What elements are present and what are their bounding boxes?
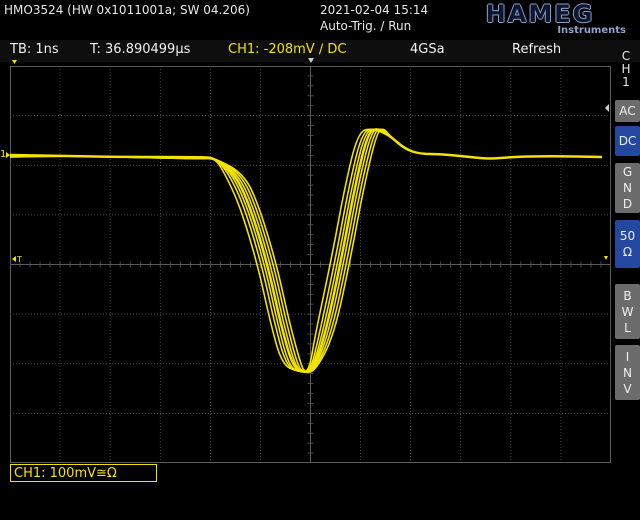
markers: 1 T (0, 58, 609, 264)
channel-button-50ω[interactable]: 50 Ω (615, 220, 640, 268)
trigger-position-marker (308, 58, 314, 63)
trigger-level-right-arrow (604, 256, 608, 260)
menu-arrow-icon (605, 104, 609, 112)
ch1-ground-arrow (6, 152, 10, 158)
trigger-mode: Auto-Trig. / Run (320, 19, 412, 33)
trigger-level-marker: T (16, 255, 22, 264)
channel-button-inv[interactable]: INV (615, 345, 640, 400)
time-position-marker (12, 60, 17, 64)
title-bar: HMO3524 (HW 0x1011001a; SW 04.206) 2021-… (0, 0, 640, 40)
trigger-level-left-arrow (12, 256, 16, 262)
datetime: 2021-02-04 15:14 (320, 3, 429, 17)
ch1-ground-marker: 1 (0, 149, 6, 160)
channel-label: C H 1 (621, 49, 631, 89)
channel-button-bwl[interactable]: BWL (615, 284, 640, 339)
device-info: HMO3524 (HW 0x1011001a; SW 04.206) (4, 3, 250, 17)
hameg-logo: HAMEG Instruments (485, 0, 626, 36)
channel-button-dc[interactable]: DC (615, 126, 640, 156)
channel-button-ac[interactable]: AC (615, 100, 640, 122)
ch1-scale-box[interactable]: CH1: 100mV≅Ω (10, 464, 157, 482)
channel-button-gnd[interactable]: GND (615, 163, 640, 213)
